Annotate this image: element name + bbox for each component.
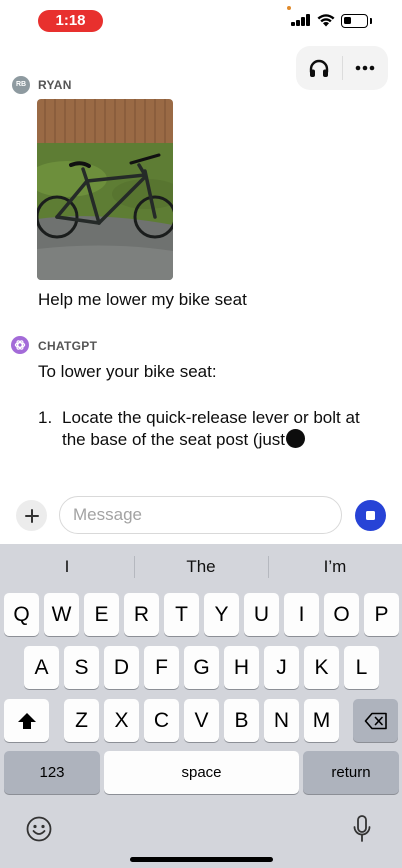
status-bar: 1:18 — [0, 0, 402, 44]
stop-icon — [366, 511, 375, 520]
user-name: RYAN — [38, 78, 72, 92]
user-avatar: RB — [12, 76, 30, 94]
key-b[interactable]: B — [224, 699, 259, 742]
shift-key[interactable] — [4, 699, 49, 742]
key-l[interactable]: L — [344, 646, 379, 689]
key-s[interactable]: S — [64, 646, 99, 689]
key-h[interactable]: H — [224, 646, 259, 689]
headphones-icon — [309, 59, 329, 77]
key-p[interactable]: P — [364, 593, 399, 636]
key-v[interactable]: V — [184, 699, 219, 742]
key-d[interactable]: D — [104, 646, 139, 689]
key-r[interactable]: R — [124, 593, 159, 636]
key-u[interactable]: U — [244, 593, 279, 636]
add-attachment-button[interactable] — [16, 500, 47, 531]
key-x[interactable]: X — [104, 699, 139, 742]
status-time[interactable]: 1:18 — [38, 10, 103, 32]
more-options-button[interactable] — [342, 46, 388, 90]
suggestion-2[interactable]: The — [134, 557, 268, 577]
assistant-name: CHATGPT — [38, 339, 98, 353]
chatgpt-logo-icon — [11, 336, 29, 354]
emoji-icon[interactable] — [26, 816, 52, 842]
key-a[interactable]: A — [24, 646, 59, 689]
user-message-text: Help me lower my bike seat — [38, 290, 247, 309]
key-c[interactable]: C — [144, 699, 179, 742]
header-actions — [296, 46, 388, 90]
streaming-cursor — [286, 429, 306, 448]
message-input[interactable] — [59, 496, 342, 534]
openai-knot-icon — [14, 340, 26, 350]
key-m[interactable]: M — [304, 699, 339, 742]
key-o[interactable]: O — [324, 593, 359, 636]
step-text: Locate the quick-release lever or bolt a… — [62, 408, 360, 449]
key-z[interactable]: Z — [64, 699, 99, 742]
key-i[interactable]: I — [284, 593, 319, 636]
key-w[interactable]: W — [44, 593, 79, 636]
key-q[interactable]: Q — [4, 593, 39, 636]
step-item: Locate the quick-release lever or bolt a… — [62, 407, 382, 451]
shift-icon — [17, 712, 36, 729]
battery-icon — [341, 14, 368, 28]
suggestion-3[interactable]: I’m — [268, 557, 402, 577]
key-t[interactable]: T — [164, 593, 199, 636]
key-n[interactable]: N — [264, 699, 299, 742]
voice-mode-button[interactable] — [296, 46, 342, 90]
key-y[interactable]: Y — [204, 593, 239, 636]
privacy-indicator-dot — [287, 6, 291, 10]
backspace-icon — [364, 712, 387, 729]
space-key[interactable]: space — [104, 751, 299, 794]
bike-photo[interactable] — [37, 99, 173, 280]
keyboard: I The I’m Q W E R T Y U I O P A S D F G … — [0, 544, 402, 868]
delete-key[interactable] — [353, 699, 398, 742]
home-indicator[interactable] — [130, 857, 273, 862]
dictation-mic-icon[interactable] — [352, 814, 372, 844]
more-icon — [355, 65, 375, 71]
return-key[interactable]: return — [303, 751, 399, 794]
plus-icon — [24, 508, 39, 523]
suggestion-1[interactable]: I — [0, 557, 134, 577]
cellular-signal-icon — [291, 14, 311, 26]
suggestion-bar: I The I’m — [0, 544, 402, 590]
key-e[interactable]: E — [84, 593, 119, 636]
numbers-key[interactable]: 123 — [4, 751, 100, 794]
assistant-intro-text: To lower your bike seat: — [38, 362, 217, 381]
key-f[interactable]: F — [144, 646, 179, 689]
key-j[interactable]: J — [264, 646, 299, 689]
stop-generating-button[interactable] — [355, 500, 386, 531]
step-number: 1. — [38, 408, 53, 427]
wifi-icon — [317, 14, 335, 27]
bike-photo-image — [37, 99, 173, 280]
battery-tip — [370, 18, 372, 24]
key-k[interactable]: K — [304, 646, 339, 689]
key-g[interactable]: G — [184, 646, 219, 689]
